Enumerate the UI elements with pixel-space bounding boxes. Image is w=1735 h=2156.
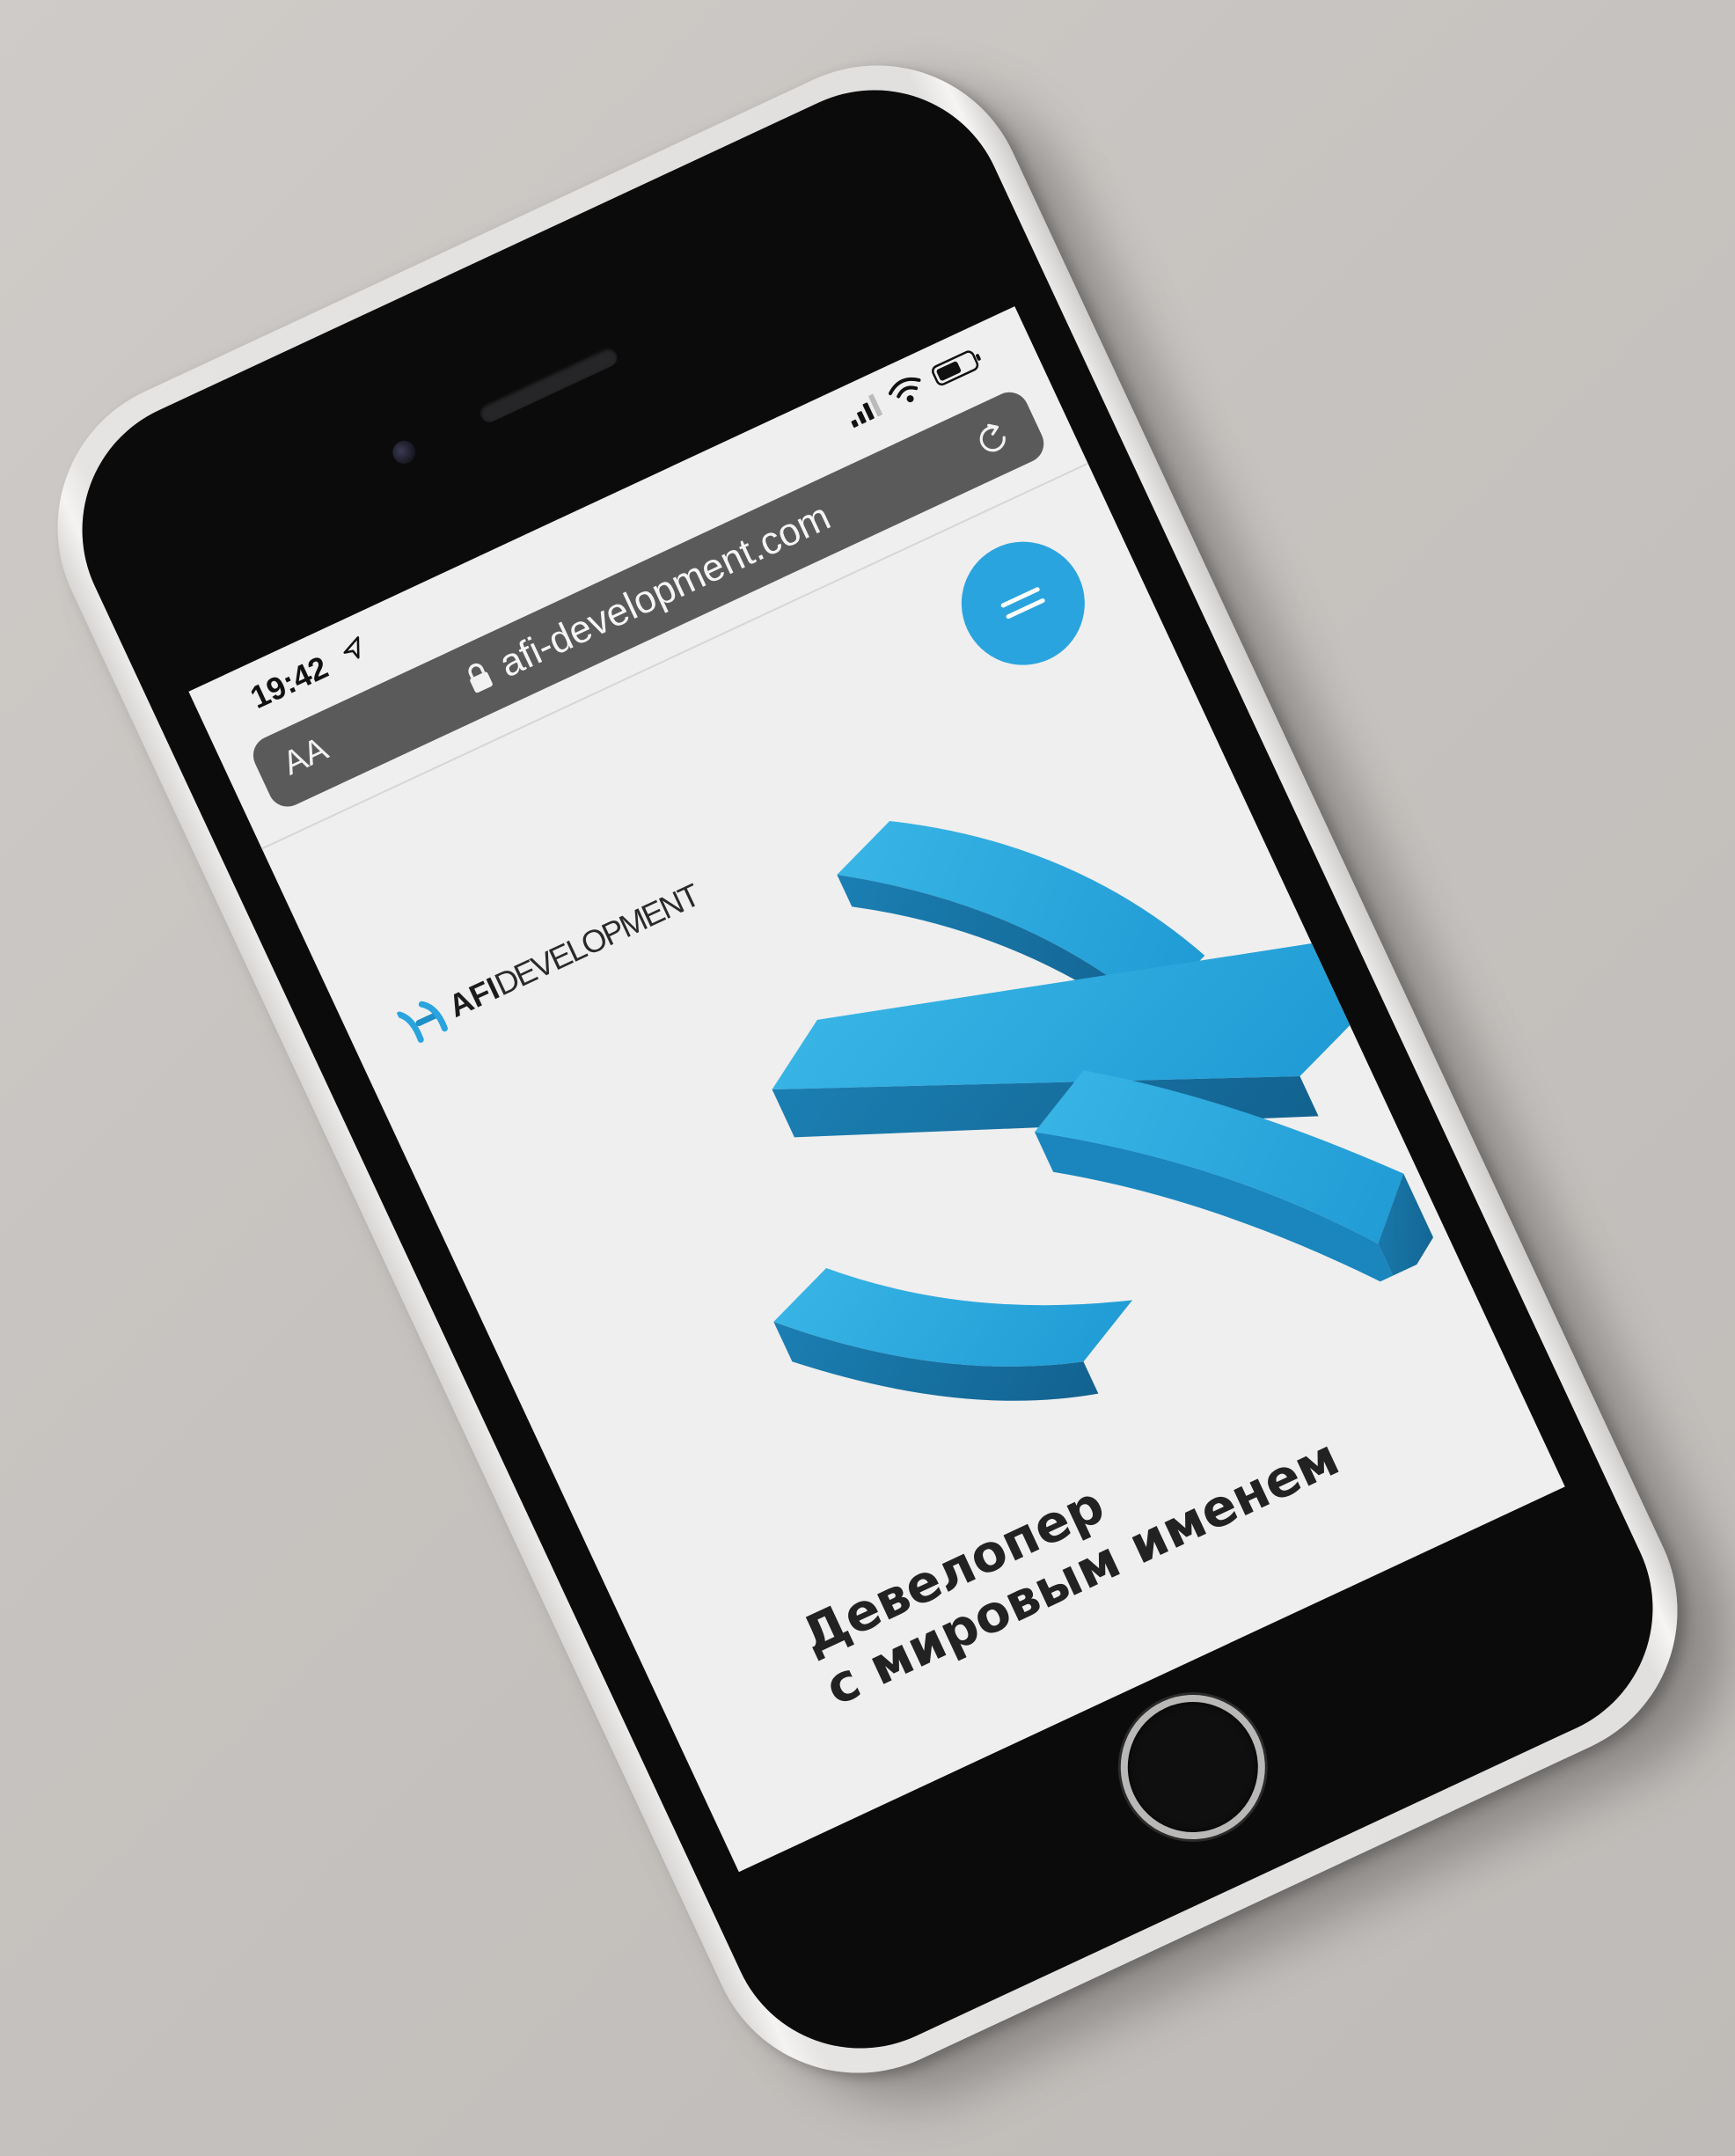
smartphone: 19:42 AA afi-development.com AFI DEVELOP… <box>8 16 1727 2123</box>
photo-scene: 19:42 AA afi-development.com AFI DEVELOP… <box>0 0 1735 2156</box>
hero-3d-logo-image <box>772 820 1434 1401</box>
menu-button[interactable] <box>941 521 1105 686</box>
location-arrow-icon <box>343 635 360 659</box>
battery-icon <box>932 350 981 386</box>
home-button[interactable] <box>1096 1671 1289 1863</box>
front-camera-icon <box>389 436 420 468</box>
lock-icon <box>468 664 493 693</box>
wifi-icon <box>888 377 921 403</box>
earpiece-speaker <box>476 344 621 426</box>
signal-icon <box>851 393 882 428</box>
afi-logo-mark-icon <box>396 1001 448 1043</box>
status-time: 19:42 <box>245 649 333 716</box>
menu-icon <box>1000 587 1045 620</box>
